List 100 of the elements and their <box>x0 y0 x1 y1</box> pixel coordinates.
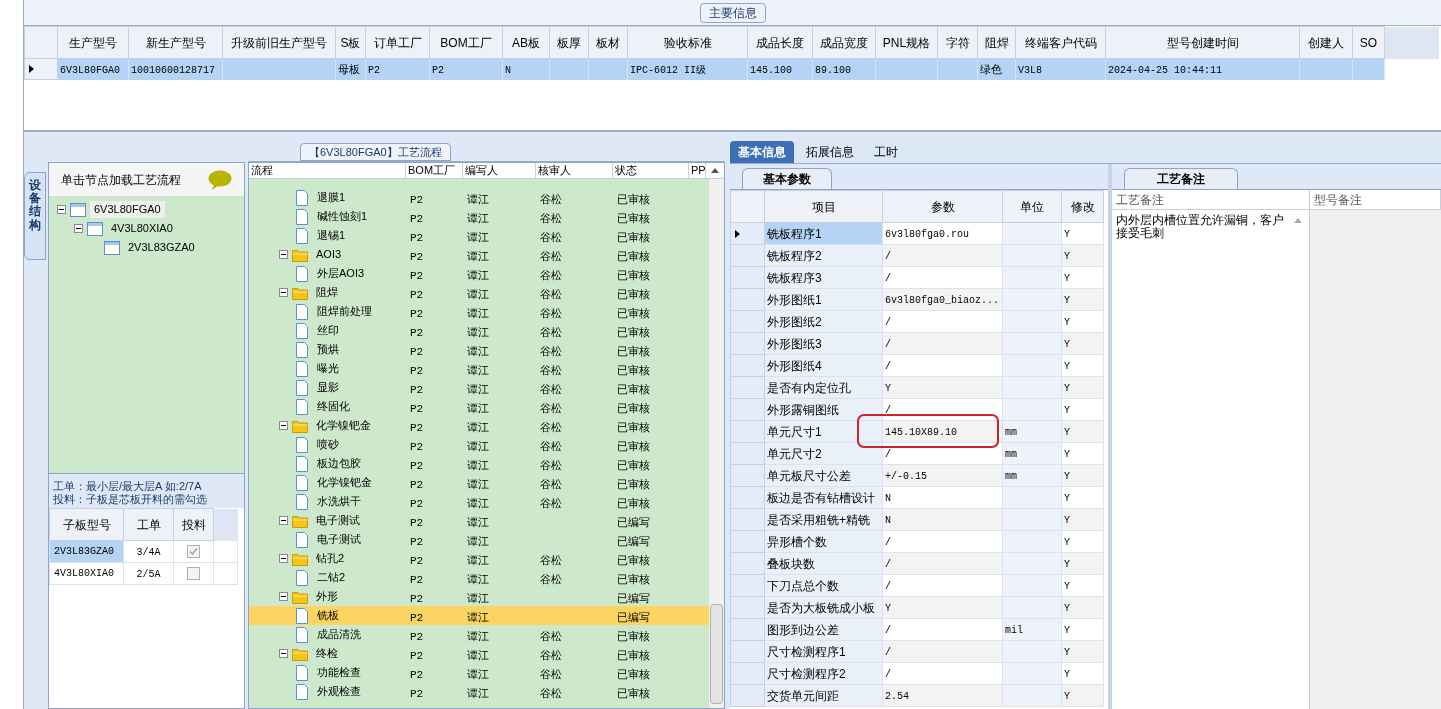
process-row[interactable]: 丝印 P2 谭江 谷松 已审核 <box>249 321 709 340</box>
checkbox[interactable] <box>187 567 200 580</box>
process-row[interactable]: 板边包胶 P2 谭江 谷松 已审核 <box>249 454 709 473</box>
column-header[interactable]: 订单工厂 <box>365 26 430 59</box>
side-tab[interactable]: 设备结构 <box>24 172 46 260</box>
column-header[interactable]: 板厚 <box>549 26 589 59</box>
process-row[interactable]: 终固化 P2 谭江 谷松 已审核 <box>249 397 709 416</box>
board-model-cell[interactable]: 4V3L80XIA0 <box>49 562 124 585</box>
board-model-cell[interactable]: 2V3L83GZA0 <box>49 540 124 563</box>
sub-tab[interactable]: 工艺备注 <box>1124 168 1238 189</box>
collapse-icon[interactable] <box>279 516 288 525</box>
process-row[interactable]: 退膜1 P2 谭江 谷松 已审核 <box>249 188 709 207</box>
column-header[interactable]: 核审人 <box>538 165 571 176</box>
column-header[interactable]: 生产型号 <box>57 26 129 59</box>
unit-cell: mm <box>1005 471 1017 482</box>
hint-text: 单击节点加载工艺流程 <box>61 171 181 189</box>
column-header[interactable]: 型号备注 <box>1314 190 1362 209</box>
tree-node[interactable]: 4V3L80XIA0 <box>107 220 177 237</box>
process-row[interactable]: 化学镍钯金 P2 谭江 谷松 已审核 <box>249 473 709 492</box>
collapse-icon[interactable] <box>279 288 288 297</box>
scrollbar-thumb[interactable] <box>710 604 723 704</box>
column-header[interactable]: 单位 <box>1002 190 1062 223</box>
process-row[interactable]: 显影 P2 谭江 谷松 已审核 <box>249 378 709 397</box>
checkbox[interactable] <box>187 545 200 558</box>
process-row[interactable]: 电子测试 P2 谭江 已编写 <box>249 511 709 530</box>
tab[interactable]: 工时 <box>866 141 906 163</box>
column-header[interactable]: 修改 <box>1061 190 1104 223</box>
column-header[interactable]: 阻焊 <box>977 26 1016 59</box>
column-header[interactable]: 工艺备注 <box>1116 190 1164 209</box>
tab[interactable]: 拓展信息 <box>798 141 862 163</box>
column-header[interactable]: 板材 <box>588 26 628 59</box>
process-row[interactable]: 化学镍钯金 P2 谭江 谷松 已审核 <box>249 416 709 435</box>
collapse-icon[interactable] <box>279 250 288 259</box>
process-row[interactable]: 阻焊 P2 谭江 谷松 已审核 <box>249 283 709 302</box>
collapse-icon[interactable] <box>279 554 288 563</box>
collapse-icon[interactable] <box>279 421 288 430</box>
collapse-icon[interactable] <box>74 224 83 233</box>
document-icon <box>295 379 309 396</box>
column-header[interactable]: AB板 <box>502 26 550 59</box>
process-row[interactable]: 终检 P2 谭江 谷松 已审核 <box>249 644 709 663</box>
process-row[interactable]: 阻焊前处理 P2 谭江 谷松 已审核 <box>249 302 709 321</box>
column-header[interactable]: 工单 <box>123 508 174 541</box>
column-header[interactable]: 新生产型号 <box>128 26 223 59</box>
column-header[interactable]: 终端客户代码 <box>1015 26 1106 59</box>
reviewer-cell-text: 谷松 <box>539 268 563 281</box>
column-header[interactable]: 状态 <box>615 165 637 176</box>
factory-cell-text: P2 <box>409 497 425 510</box>
column-header[interactable]: 字符 <box>937 26 978 59</box>
column-header[interactable]: 项目 <box>764 190 883 223</box>
column-header[interactable]: 流程 <box>251 165 273 176</box>
column-header[interactable]: 验收标准 <box>627 26 748 59</box>
sub-tab[interactable]: 基本参数 <box>742 168 832 189</box>
step-name: 化学镍钯金 <box>316 475 373 491</box>
collapse-icon[interactable] <box>279 592 288 601</box>
process-row[interactable]: 退锡1 P2 谭江 谷松 已审核 <box>249 226 709 245</box>
process-row[interactable]: 铣板 P2 谭江 已编写 <box>249 606 709 625</box>
process-row[interactable]: 二钻2 P2 谭江 谷松 已审核 <box>249 568 709 587</box>
column-header[interactable]: 子板型号 <box>49 508 124 541</box>
process-row[interactable]: 钻孔2 P2 谭江 谷松 已审核 <box>249 549 709 568</box>
process-row[interactable]: 曝光 P2 谭江 谷松 已审核 <box>249 359 709 378</box>
column-header[interactable]: 参数 <box>882 190 1003 223</box>
step-name: 板边包胶 <box>316 456 362 472</box>
column-header[interactable]: 型号创建时间 <box>1105 26 1300 59</box>
status-cell-text: 已审核 <box>616 629 651 642</box>
process-row[interactable]: 电子测试 P2 谭江 已编写 <box>249 530 709 549</box>
column-header[interactable]: 创建人 <box>1299 26 1353 59</box>
collapse-icon[interactable] <box>57 205 66 214</box>
process-row[interactable]: 碱性蚀刻1 P2 谭江 谷松 已审核 <box>249 207 709 226</box>
folder-icon <box>292 646 308 661</box>
column-header[interactable]: 成品长度 <box>747 26 813 59</box>
document-icon <box>295 265 309 282</box>
collapse-icon[interactable] <box>279 649 288 658</box>
unit-cell: mm <box>1005 427 1017 438</box>
process-row[interactable]: 外层AOI3 P2 谭江 谷松 已审核 <box>249 264 709 283</box>
column-header[interactable]: BOM工厂 <box>429 26 503 59</box>
process-row[interactable]: 外观检查 P2 谭江 谷松 已审核 <box>249 682 709 701</box>
factory-cell-text: P2 <box>409 687 425 700</box>
column-header[interactable]: PNL规格 <box>875 26 938 59</box>
process-row[interactable]: 成品清洗 P2 谭江 谷松 已审核 <box>249 625 709 644</box>
column-header[interactable]: 编写人 <box>465 165 498 176</box>
process-row[interactable]: 功能检查 P2 谭江 谷松 已审核 <box>249 663 709 682</box>
process-row[interactable]: AOI3 P2 谭江 谷松 已审核 <box>249 245 709 264</box>
column-header[interactable]: SO <box>1352 26 1385 59</box>
column-header[interactable]: BOM工厂 <box>408 165 456 176</box>
folder-icon <box>292 418 308 433</box>
tree-node[interactable]: 6V3L80FGA0 <box>90 201 165 218</box>
data-row[interactable]: 6V3L80FGA0 10010600128717 母板 P2 P2 N IPC-6012 II级 145.100 89.100 绿色 V3L8 2024-04-25 10:44:11 <box>24 58 1439 80</box>
scroll-up-icon[interactable] <box>711 168 719 173</box>
tab[interactable]: 基本信息 <box>730 141 794 163</box>
column-header[interactable]: 升级前旧生产型号 <box>222 26 336 59</box>
process-row[interactable]: 水洗烘干 P2 谭江 谷松 已审核 <box>249 492 709 511</box>
column-header[interactable]: S板 <box>335 26 366 59</box>
tree-node[interactable]: 2V3L83GZA0 <box>124 239 199 256</box>
column-header[interactable]: PP <box>691 165 706 176</box>
column-header[interactable]: 成品宽度 <box>812 26 876 59</box>
process-row[interactable]: 喷砂 P2 谭江 谷松 已审核 <box>249 435 709 454</box>
column-header[interactable]: 投料 <box>173 508 214 541</box>
process-row[interactable]: 预烘 P2 谭江 谷松 已审核 <box>249 340 709 359</box>
status-cell-text: 已审核 <box>616 192 651 205</box>
process-row[interactable]: 外形 P2 谭江 已编写 <box>249 587 709 606</box>
